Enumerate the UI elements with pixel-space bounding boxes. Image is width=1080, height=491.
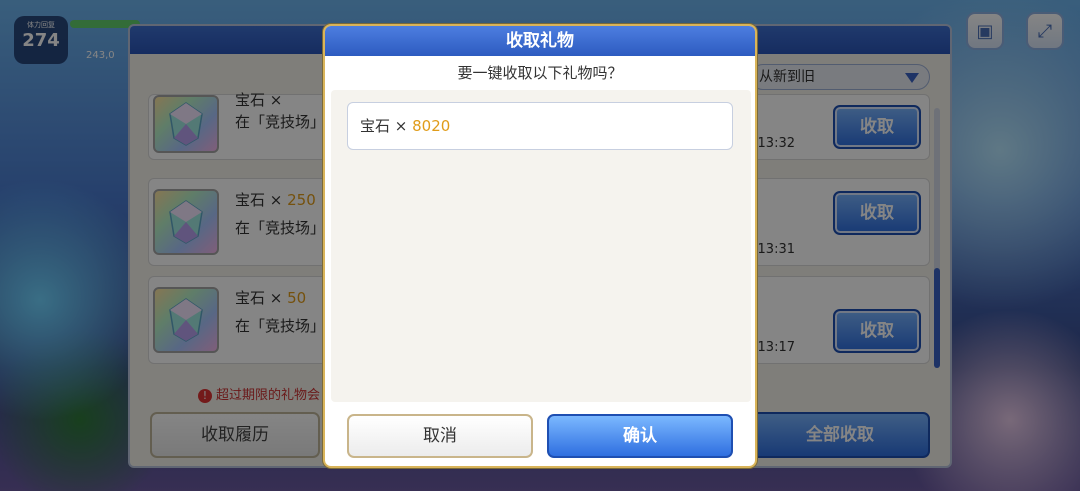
- reward-summary: 宝石 × 8020: [347, 102, 733, 150]
- dialog-title: 收取礼物: [325, 26, 755, 56]
- reward-qty: 8020: [412, 117, 451, 135]
- cancel-button[interactable]: 取消: [347, 414, 533, 458]
- dialog-body: 宝石 × 8020: [331, 90, 751, 402]
- reward-label: 宝石 ×: [360, 117, 413, 135]
- dialog-question: 要一键收取以下礼物吗？: [457, 64, 623, 82]
- confirm-button[interactable]: 确认: [547, 414, 733, 458]
- collect-gifts-dialog: 收取礼物 要一键收取以下礼物吗？ 宝石 × 8020 取消 确认: [323, 24, 757, 468]
